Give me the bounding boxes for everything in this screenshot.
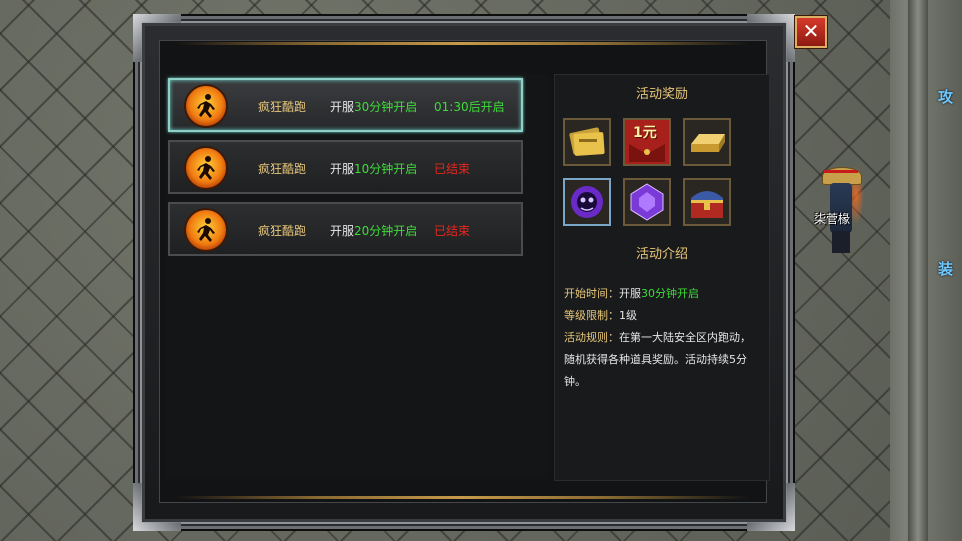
activity-name: 疯狂酷跑 xyxy=(258,162,307,176)
purple-soul-orb-icon[interactable] xyxy=(563,178,611,226)
gold-tickets-icon[interactable] xyxy=(563,118,611,166)
activity-row[interactable]: 疯狂酷跑 开服10分钟开启 已结束 xyxy=(168,140,523,194)
player-hp-bar xyxy=(824,170,858,173)
activity-open-time: 开服20分钟开启 xyxy=(330,224,418,238)
rewards-title: 活动奖励 xyxy=(635,87,688,102)
activity-open-time: 开服30分钟开启 xyxy=(330,100,418,114)
running-man-icon xyxy=(184,84,228,128)
side-label-attack[interactable]: 攻 xyxy=(938,86,953,107)
close-button[interactable]: ✕ xyxy=(795,16,827,48)
purple-gem-icon[interactable] xyxy=(623,178,671,226)
activity-detail-panel: 活动奖励 1元 活动介绍 开始时间：开服30分钟开启 等级限制：1级 活动规则：… xyxy=(554,74,770,481)
red-envelope-icon[interactable]: 1元 xyxy=(623,118,671,166)
rules-line: 活动规则：在第一大陆安全区内跑动，随机获得各种道具奖励。活动持续5分钟。 xyxy=(564,331,751,388)
activity-row[interactable]: 疯狂酷跑 开服20分钟开启 已结束 xyxy=(168,202,523,256)
activity-status: 已结束 xyxy=(434,224,471,238)
activity-status: 已结束 xyxy=(434,162,471,176)
running-man-icon xyxy=(184,146,228,190)
activity-row[interactable]: 疯狂酷跑 开服30分钟开启 01:30后开启 xyxy=(168,78,523,132)
intro-title: 活动介绍 xyxy=(635,247,688,262)
activity-name: 疯狂酷跑 xyxy=(258,224,307,238)
running-man-icon xyxy=(184,208,228,252)
activity-status: 01:30后开启 xyxy=(434,100,505,114)
side-label-equip[interactable]: 装 xyxy=(938,258,953,279)
red-envelope-label: 1元 xyxy=(633,125,657,141)
level-limit-line: 等级限制：1级 xyxy=(564,309,637,322)
player-name: 柒菅椽 xyxy=(814,212,851,226)
treasure-chest-icon[interactable] xyxy=(683,178,731,226)
activity-name: 疯狂酷跑 xyxy=(258,100,307,114)
gold-bar-icon[interactable] xyxy=(683,118,731,166)
activity-open-time: 开服10分钟开启 xyxy=(330,162,418,176)
activity-list: 疯狂酷跑 开服30分钟开启 01:30后开启 疯狂酷跑 开服10分钟开启 已结束… xyxy=(165,74,548,479)
start-time-line: 开始时间：开服30分钟开启 xyxy=(564,287,699,300)
